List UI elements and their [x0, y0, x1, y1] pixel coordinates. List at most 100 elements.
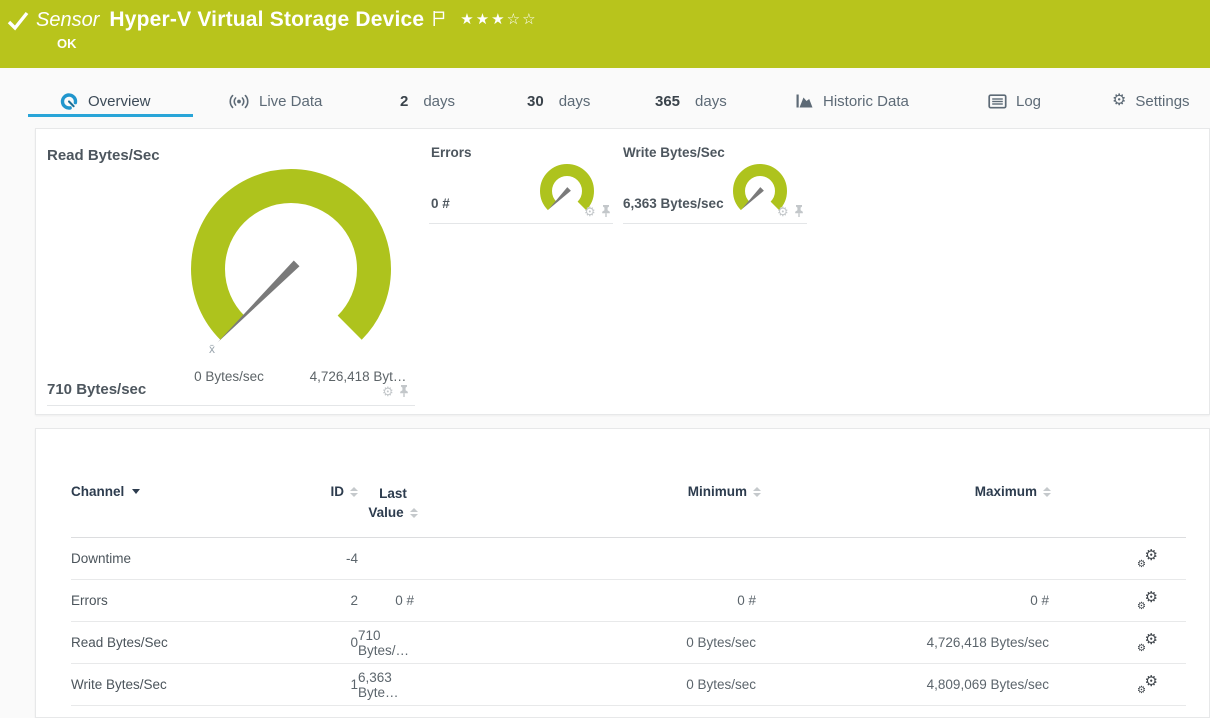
- channel-settings-gears-icon[interactable]: ⚙ ⚙: [1137, 547, 1158, 570]
- channel-settings-gears-icon[interactable]: ⚙ ⚙: [1137, 589, 1158, 612]
- divider: [47, 405, 415, 406]
- tab-label: Historic Data: [823, 92, 909, 110]
- tab-label: days: [558, 92, 591, 110]
- channel-id: -4: [311, 538, 358, 580]
- gear-icon[interactable]: ⚙: [382, 385, 394, 398]
- channel-settings-cell: ⚙ ⚙: [1051, 664, 1186, 706]
- channel-name[interactable]: Errors: [71, 580, 311, 622]
- read-gauge[interactable]: [176, 147, 406, 365]
- page-title: Hyper-V Virtual Storage Device: [109, 8, 425, 31]
- channel-minimum: 0 Bytes/sec: [428, 664, 761, 706]
- channel-id: 2: [311, 580, 358, 622]
- channel-table-panel: Channel ID Last Value Minimum Maximum Dow…: [35, 428, 1210, 718]
- tab-365-days[interactable]: 365 days: [655, 88, 727, 114]
- channel-settings-gears-icon[interactable]: ⚙ ⚙: [1137, 673, 1158, 696]
- gauge-title-read: Read Bytes/Sec: [47, 147, 160, 164]
- tab-live-data[interactable]: Live Data: [228, 88, 322, 114]
- channel-id: 0: [311, 622, 358, 664]
- pin-icon[interactable]: [794, 204, 804, 218]
- log-icon: [988, 93, 1007, 109]
- column-label: Value: [368, 505, 404, 520]
- channel-minimum: [428, 538, 761, 580]
- tab-label: Live Data: [259, 92, 323, 110]
- gear-icon: ⚙: [1112, 92, 1127, 109]
- column-header-channel[interactable]: Channel: [71, 429, 311, 538]
- column-header-last-value[interactable]: Last Value: [358, 429, 428, 538]
- pin-icon[interactable]: [399, 384, 409, 398]
- gauge-tools-errors: ⚙: [584, 204, 611, 218]
- tab-30-days[interactable]: 30 days: [527, 88, 590, 114]
- pin-icon[interactable]: [601, 204, 611, 218]
- tab-label: Overview: [88, 92, 151, 110]
- gauges-panel: Read Bytes/Sec x̄ 0 Bytes/sec 4,726,418 …: [35, 128, 1210, 415]
- gauge-title-errors: Errors: [431, 145, 472, 160]
- average-marker: x̄: [209, 342, 215, 356]
- tab-log[interactable]: Log: [988, 88, 1041, 114]
- divider: [429, 223, 613, 224]
- sensor-header: Sensor Hyper-V Virtual Storage Device ★★…: [0, 0, 1210, 68]
- gauge-max-label: 4,726,418 Byt…: [309, 369, 407, 384]
- channel-settings-cell: ⚙ ⚙: [1051, 538, 1186, 580]
- tab-number: 2: [400, 92, 409, 110]
- priority-stars[interactable]: ★★★☆☆: [460, 10, 537, 28]
- column-label: ID: [330, 484, 345, 499]
- channel-maximum: 4,809,069 Bytes/sec: [761, 664, 1051, 706]
- channel-settings-cell: ⚙ ⚙: [1051, 622, 1186, 664]
- tab-label: days: [695, 92, 727, 110]
- flag-icon[interactable]: [432, 10, 446, 27]
- area-chart-icon: [796, 94, 813, 107]
- channel-id: 1: [311, 664, 358, 706]
- channel-name[interactable]: Read Bytes/Sec: [71, 622, 311, 664]
- stars-empty: ☆☆: [506, 11, 538, 28]
- column-label: Maximum: [974, 484, 1037, 499]
- sort-arrows-icon: [409, 508, 418, 518]
- broadcast-icon: [229, 94, 249, 108]
- tab-2-days[interactable]: 2 days: [400, 88, 455, 114]
- channel-minimum: 0 #: [428, 580, 761, 622]
- tab-historic-data[interactable]: Historic Data: [795, 88, 909, 114]
- column-header-id[interactable]: ID: [311, 429, 358, 538]
- active-tab-underline: [28, 114, 193, 117]
- gauge-tools-write: ⚙: [777, 204, 804, 218]
- tab-label: days: [423, 92, 456, 110]
- gauge-tools-read: ⚙: [382, 384, 409, 398]
- stars-filled: ★★★: [460, 11, 507, 28]
- channel-minimum: 0 Bytes/sec: [428, 622, 761, 664]
- sort-caret-icon: [132, 489, 141, 494]
- tab-number: 365: [655, 92, 681, 110]
- column-label: Last: [379, 486, 407, 501]
- gauge-min-label: 0 Bytes/sec: [194, 369, 264, 384]
- tab-label: Settings: [1135, 92, 1190, 110]
- channel-last-value: [358, 538, 428, 580]
- channel-last-value: 710 Bytes/…: [358, 622, 428, 664]
- channel-name[interactable]: Downtime: [71, 538, 311, 580]
- gauge-value-read: 710 Bytes/sec: [47, 381, 147, 398]
- sort-arrows-icon: [350, 487, 358, 497]
- channel-table: Channel ID Last Value Minimum Maximum Dow…: [71, 429, 1186, 706]
- gauge-icon: [60, 92, 78, 110]
- sensor-kind-label: Sensor: [36, 9, 100, 31]
- sort-arrows-icon: [1043, 487, 1051, 497]
- sort-arrows-icon: [753, 487, 761, 497]
- status-badge: OK: [57, 36, 77, 51]
- column-header-minimum[interactable]: Minimum: [428, 429, 761, 538]
- channel-last-value: 0 #: [358, 580, 428, 622]
- tab-number: 30: [527, 92, 544, 110]
- divider: [623, 223, 807, 224]
- channel-name[interactable]: Write Bytes/Sec: [71, 664, 311, 706]
- channel-settings-gears-icon[interactable]: ⚙ ⚙: [1137, 631, 1158, 654]
- channel-maximum: [761, 538, 1051, 580]
- gear-icon[interactable]: ⚙: [777, 205, 789, 218]
- tab-settings[interactable]: ⚙ Settings: [1112, 88, 1190, 114]
- column-header-maximum[interactable]: Maximum: [761, 429, 1051, 538]
- channel-maximum: 0 #: [761, 580, 1051, 622]
- gauge-title-write: Write Bytes/Sec: [623, 145, 725, 160]
- status-check-icon: [7, 11, 29, 31]
- gauge-value-write: 6,363 Bytes/sec: [623, 196, 724, 211]
- channel-settings-cell: ⚙ ⚙: [1051, 580, 1186, 622]
- gauge-value-errors: 0 #: [431, 196, 450, 211]
- tab-label: Log: [1016, 92, 1042, 110]
- gear-icon[interactable]: ⚙: [584, 205, 596, 218]
- tab-overview[interactable]: Overview: [60, 88, 151, 114]
- channel-maximum: 4,726,418 Bytes/sec: [761, 622, 1051, 664]
